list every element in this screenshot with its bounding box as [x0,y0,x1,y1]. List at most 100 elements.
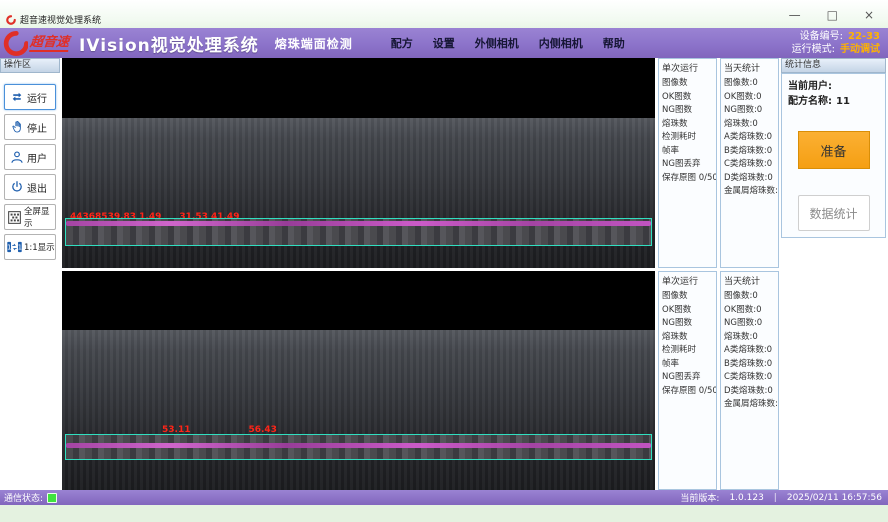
sidebar-button-label: 1:1显示 [24,241,55,253]
bead-edge-line [66,221,651,226]
device-number-value: 22-33 [848,30,880,43]
camera-view-outer[interactable]: 44368539.83 1.49 31.53 41.49 [62,58,655,268]
run-loop-icon [9,90,24,105]
sidebar-button-one-to-one[interactable]: 111:1显示 [4,234,56,260]
stat-row: 金属屑熔珠数:0 [724,398,775,412]
sidebar-button-label: 运行 [27,90,47,105]
menu-item-4[interactable]: 内侧相机 [539,35,583,51]
stat-row: 帧率 [662,358,713,372]
close-button[interactable]: × [864,8,874,22]
stat-row: 检测耗时 [662,344,713,358]
menu-item-2[interactable]: 设置 [433,35,455,51]
stat-row: NG图丢弃 [662,371,713,385]
device-info: 设备编号: 22-33 运行模式: 手动调试 [792,30,880,56]
stat-row: OK图数 [662,91,713,105]
comm-status-indicator [47,493,57,503]
current-user-label: 当前用户: [788,79,832,94]
menu-bar: 配方 设置 外侧相机 内侧相机 帮助 [391,35,625,51]
sidebar-button-fullscreen[interactable]: 全屏显示 [4,204,56,230]
stat-row: OK图数:0 [724,304,775,318]
operation-sidebar: 操作区 运行停止用户退出全屏显示111:1显示 [0,58,60,490]
info-panel-body: 当前用户: 配方名称: 11 准备 数据统计 [781,73,886,238]
stat-group-title: 单次运行 [662,61,713,74]
stat-group-title: 当天统计 [724,61,775,74]
page-subtitle: 熔珠端面检测 [275,35,353,52]
sidebar-buttons: 运行停止用户退出全屏显示111:1显示 [0,73,60,260]
svg-text:1: 1 [7,244,11,252]
camera-image-outer: 44368539.83 1.49 31.53 41.49 [62,118,655,268]
app-window: 超音速视觉处理系统 — □ × 超音速 IVision视觉处理系统 熔珠端面检测… [0,0,888,505]
window-titlebar: 超音速视觉处理系统 — □ × [0,0,888,28]
stat-group-title: 当天统计 [724,274,775,287]
separator: | [774,493,777,503]
stat-group-title: 单次运行 [662,274,713,287]
menu-item-5[interactable]: 帮助 [603,35,625,51]
bead-detection-box [65,434,652,460]
stop-hand-icon [9,120,24,135]
datetime-value: 2025/02/11 16:57:56 [787,493,882,503]
stat-row: NG图数 [662,317,713,331]
stats-panel-1: 单次运行图像数OK图数NG图数熔珠数检测耗时帧率NG图丢弃保存原图 0/500当… [658,58,779,268]
stat-row: NG图数 [662,104,713,118]
stat-row: 保存原图 0/500 [662,385,713,399]
app-header: 超音速 IVision视觉处理系统 熔珠端面检测 配方设置外侧相机内侧相机帮助 … [0,28,888,58]
power-icon [9,180,24,195]
menu-item-3[interactable]: 外侧相机 [475,35,519,51]
info-panel: 统计信息 当前用户: 配方名称: 11 准备 数据统计 [781,58,886,490]
sidebar-button-exit[interactable]: 退出 [4,174,56,200]
app-logo-mini-icon [6,15,16,25]
stat-group-today: 当天统计图像数:0OK图数:0NG图数:0熔珠数:0A类熔珠数:0B类熔珠数:0… [720,271,779,490]
user-icon [9,150,24,165]
stat-row: 熔珠数 [662,331,713,345]
recipe-name-label: 配方名称: [788,94,832,109]
stat-row: A类熔珠数:0 [724,131,775,145]
stat-row: 金属屑熔珠数:0 [724,185,775,199]
stat-row: D类熔珠数:0 [724,172,775,186]
stat-row: D类熔珠数:0 [724,385,775,399]
sidebar-title: 操作区 [0,58,60,73]
maximize-button[interactable]: □ [827,8,838,22]
bead-edge-line [66,443,651,448]
fullscreen-icon [7,210,22,225]
device-number-label: 设备编号: [800,30,843,43]
sidebar-button-stop[interactable]: 停止 [4,114,56,140]
stat-row: 检测耗时 [662,131,713,145]
comm-status-label: 通信状态: [4,491,43,504]
stat-row: B类熔珠数:0 [724,145,775,159]
app-logo-icon [3,31,28,56]
stat-row: C类熔珠数:0 [724,158,775,172]
stat-row: B类熔珠数:0 [724,358,775,372]
svg-text:1: 1 [18,244,22,252]
sidebar-button-user[interactable]: 用户 [4,144,56,170]
version-label: 当前版本: [680,491,719,504]
stat-row: NG图丢弃 [662,158,713,172]
stat-row: A类熔珠数:0 [724,344,775,358]
stat-row: 保存原图 0/500 [662,172,713,186]
window-title: 超音速视觉处理系统 [20,13,101,26]
run-mode-label: 运行模式: [792,43,835,56]
prepare-button[interactable]: 准备 [798,131,870,169]
run-mode-value: 手动调试 [840,43,880,56]
stat-row: 熔珠数:0 [724,331,775,345]
stat-row: 图像数:0 [724,77,775,91]
sidebar-button-run[interactable]: 运行 [4,84,56,110]
data-statistics-button[interactable]: 数据统计 [798,195,870,231]
stat-group-today: 当天统计图像数:0OK图数:0NG图数:0熔珠数:0A类熔珠数:0B类熔珠数:0… [720,58,779,268]
page-title: IVision视觉处理系统 [79,31,259,56]
camera-image-inner: 53.11 56.43 [62,330,655,490]
version-value: 1.0.123 [729,493,763,503]
stat-row: OK图数:0 [724,91,775,105]
menu-item-1[interactable]: 配方 [391,35,413,51]
camera-view-inner[interactable]: 53.11 56.43 [62,271,655,490]
stat-row: 图像数:0 [724,290,775,304]
one-to-one-icon: 11 [7,240,22,255]
stat-row: 图像数 [662,77,713,91]
stat-row: 熔珠数:0 [724,118,775,132]
stat-row: 熔珠数 [662,118,713,132]
bead-detection-box [65,218,652,246]
stat-group-single-run: 单次运行图像数OK图数NG图数熔珠数检测耗时帧率NG图丢弃保存原图 0/500 [658,58,717,268]
window-title-area: 超音速视觉处理系统 [6,13,101,26]
minimize-button[interactable]: — [789,8,801,22]
sidebar-button-label: 停止 [27,120,47,135]
brand-logo-text: 超音速 [29,35,70,52]
